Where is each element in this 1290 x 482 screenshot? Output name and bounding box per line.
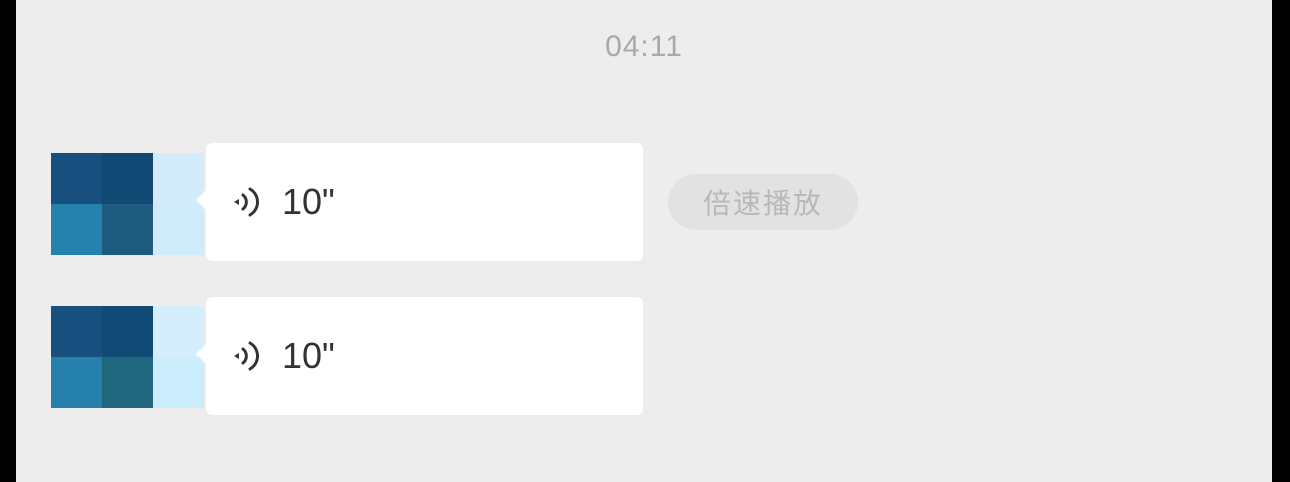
avatar-pixel: [102, 204, 153, 255]
voice-duration: 10": [282, 181, 335, 222]
avatar[interactable]: [51, 153, 204, 255]
avatar-pixel: [51, 153, 102, 204]
voice-wave-icon: [234, 187, 260, 217]
speed-play-button[interactable]: 倍速播放: [668, 174, 858, 230]
voice-message-bubble[interactable]: 10": [196, 143, 643, 261]
chat-area: 04:11 10" 倍速播放 10": [16, 0, 1272, 482]
avatar[interactable]: [51, 306, 204, 408]
avatar-pixel: [102, 153, 153, 204]
avatar-pixel: [51, 204, 102, 255]
avatar-pixel: [51, 357, 102, 408]
avatar-pixel: [153, 204, 204, 255]
voice-wave-icon: [234, 341, 260, 371]
avatar-pixel: [102, 306, 153, 357]
avatar-pixel: [102, 357, 153, 408]
voice-duration: 10": [282, 335, 335, 376]
message-timestamp: 04:11: [605, 30, 683, 63]
voice-message-bubble[interactable]: 10": [196, 297, 643, 415]
avatar-pixel: [51, 306, 102, 357]
